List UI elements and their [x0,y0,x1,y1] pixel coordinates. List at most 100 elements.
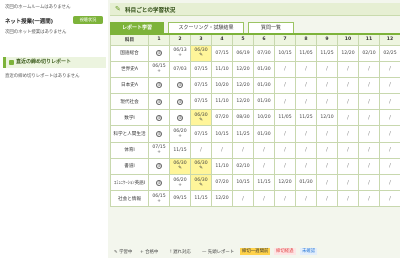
report-cell[interactable]: 12/20 [274,173,296,192]
report-cell[interactable]: / [211,141,233,159]
report-cell[interactable]: 07/15 [211,44,233,62]
report-cell[interactable]: / [358,141,380,159]
report-cell[interactable]: 11/15 [169,141,191,159]
report-cell[interactable]: / [379,60,400,78]
report-cell[interactable]: 済 [148,93,170,111]
report-cell[interactable]: / [190,141,212,159]
report-cell[interactable]: / [379,141,400,159]
report-cell[interactable]: 11/10 [211,60,233,78]
report-cell[interactable]: / [295,76,317,95]
report-cell[interactable]: / [358,173,380,192]
report-cell[interactable]: / [358,109,380,127]
report-cell[interactable]: / [358,125,380,143]
report-cell[interactable]: 02/10 [232,157,254,176]
subject-name[interactable]: 社会と情報 [110,190,149,208]
report-cell[interactable]: 12/20 [232,93,254,111]
report-cell[interactable]: / [316,125,338,143]
report-cell[interactable]: / [379,173,400,192]
report-cell[interactable]: / [274,125,296,143]
report-cell[interactable]: / [358,190,380,208]
report-cell[interactable]: / [379,125,400,143]
report-cell[interactable]: 10/15 [211,125,233,143]
report-cell[interactable]: 06/30 ✎ [169,157,191,176]
report-cell[interactable]: 07/15 + [148,141,170,159]
report-cell[interactable]: 10/15 [274,44,296,62]
report-cell[interactable]: 10/20 [253,109,275,127]
report-cell[interactable]: 07/03 [169,60,191,78]
tab-questions[interactable]: 質問一覧 [248,22,294,33]
report-cell[interactable]: 06/13 + [169,44,191,62]
report-cell[interactable]: 07/20 [211,109,233,127]
report-cell[interactable]: / [337,76,359,95]
report-cell[interactable]: / [316,60,338,78]
subject-name[interactable]: ｺﾐｭﾆｹｰｼｮﾝ英語Ⅰ [110,173,149,192]
report-cell[interactable]: / [379,157,400,176]
report-cell[interactable]: 07/20 [211,173,233,192]
report-cell[interactable]: 02/25 [379,44,400,62]
report-cell[interactable]: / [379,190,400,208]
report-cell[interactable]: 11/05 [295,44,317,62]
report-cell[interactable]: / [379,76,400,95]
subject-name[interactable]: 科学と人間生活 [110,125,149,143]
report-cell[interactable]: 12/20 [232,76,254,95]
report-cell[interactable]: / [274,157,296,176]
subject-name[interactable]: 数学Ⅰ [110,109,149,127]
report-cell[interactable]: / [358,157,380,176]
report-cell[interactable]: / [316,157,338,176]
report-cell[interactable]: 06/30 ✎ [190,109,212,127]
report-cell[interactable]: / [379,109,400,127]
report-cell[interactable]: 済 [148,125,170,143]
report-cell[interactable]: 01/30 [295,173,317,192]
report-cell[interactable]: 12/20 [211,190,233,208]
report-cell[interactable]: 08/30 [232,109,254,127]
report-cell[interactable]: / [274,141,296,159]
report-cell[interactable]: / [232,190,254,208]
report-cell[interactable]: / [295,60,317,78]
report-cell[interactable]: / [295,93,317,111]
report-cell[interactable]: 11/25 [316,44,338,62]
report-cell[interactable]: / [358,93,380,111]
report-cell[interactable]: 06/20 + [169,125,191,143]
report-cell[interactable]: / [295,190,317,208]
report-cell[interactable]: 12/10 [316,109,338,127]
report-cell[interactable]: 11/10 [211,93,233,111]
report-cell[interactable]: 01/30 [253,76,275,95]
report-cell[interactable]: / [316,76,338,95]
report-cell[interactable]: 12/20 [232,60,254,78]
report-cell[interactable]: 済 [148,76,170,95]
report-cell[interactable]: 11/10 [211,157,233,176]
report-cell[interactable]: 09/15 [169,190,191,208]
subject-name[interactable]: 体育Ⅰ [110,141,149,159]
report-cell[interactable]: / [337,93,359,111]
report-cell[interactable]: / [316,93,338,111]
report-cell[interactable]: 11/15 [190,190,212,208]
report-cell[interactable]: / [253,157,275,176]
tab-schooling-exam[interactable]: スクーリング・試験結果 [168,22,244,33]
report-cell[interactable]: 済 [148,173,170,192]
report-cell[interactable]: 01/30 [253,60,275,78]
report-cell[interactable]: / [337,173,359,192]
report-cell[interactable]: 06/30 ✎ [190,157,212,176]
view-status-button[interactable]: 視聴状況 [73,16,103,24]
report-cell[interactable]: 06/30 ✎ [190,44,212,62]
report-cell[interactable]: / [274,76,296,95]
report-cell[interactable]: 済 [169,93,191,111]
report-cell[interactable]: / [316,173,338,192]
report-cell[interactable]: 02/10 [358,44,380,62]
report-cell[interactable]: 07/15 [190,125,212,143]
subject-name[interactable]: 現代社会 [110,93,149,111]
report-cell[interactable]: / [337,157,359,176]
report-cell[interactable]: / [316,190,338,208]
report-cell[interactable]: / [358,60,380,78]
subject-name[interactable]: 日本史A [110,76,149,95]
report-cell[interactable]: / [337,60,359,78]
report-cell[interactable]: / [232,141,254,159]
report-cell[interactable]: 06/15 + [148,190,170,208]
report-cell[interactable]: 済 [169,109,191,127]
report-cell[interactable]: / [295,141,317,159]
subject-name[interactable]: 書道Ⅰ [110,157,149,176]
report-cell[interactable]: 07/15 [190,60,212,78]
report-cell[interactable]: 07/15 [190,76,212,95]
report-cell[interactable]: 06/15 + [148,60,170,78]
report-cell[interactable]: 11/15 [253,173,275,192]
